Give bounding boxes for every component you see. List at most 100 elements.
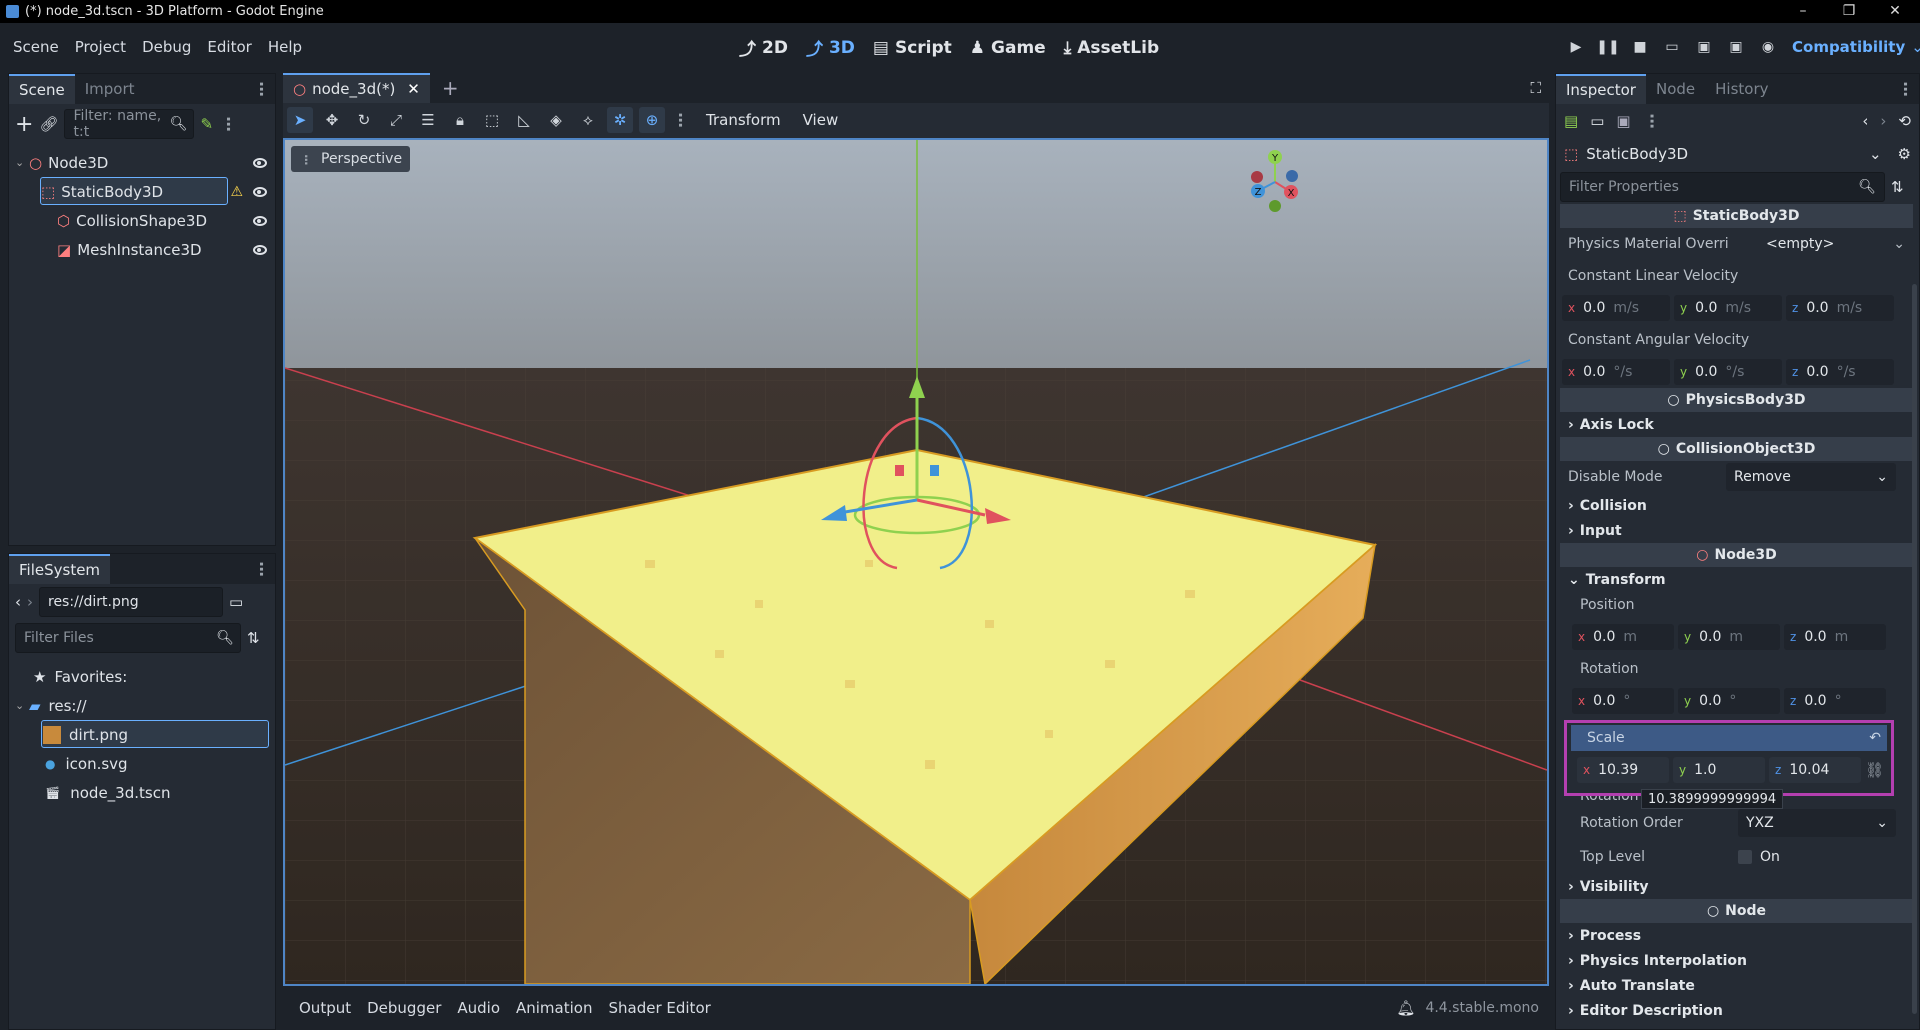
menu-scene[interactable]: Scene [5, 38, 67, 56]
menu-editor[interactable]: Editor [199, 38, 259, 56]
gizmo-z-label[interactable]: Z [1255, 187, 1262, 198]
filter-settings-icon[interactable]: ⇅ [1891, 178, 1904, 196]
scale-x[interactable]: x 10.39 [1577, 757, 1669, 783]
scale-tool-icon[interactable]: ⤢ [383, 107, 409, 133]
tab-inspector[interactable]: Inspector [1556, 74, 1646, 104]
physics-material-value[interactable]: <empty> [1766, 236, 1834, 252]
history-forward-icon[interactable]: › [1880, 112, 1886, 130]
top-level-checkbox[interactable] [1738, 850, 1752, 864]
transform-menu[interactable]: Transform [706, 111, 781, 129]
node-selector[interactable]: StaticBody3D [1586, 145, 1688, 163]
res-root-item[interactable]: ⌄ ▰ res:// [9, 691, 275, 720]
rotate-tool-icon[interactable]: ↻ [351, 107, 377, 133]
history-icon[interactable]: ⟲ [1898, 112, 1911, 130]
revert-icon[interactable]: ↶ [1869, 730, 1881, 746]
maximize-button[interactable]: ❐ [1826, 0, 1872, 23]
rotation-y[interactable]: y 0.0 ° [1678, 688, 1780, 714]
perspective-menu[interactable]: ··· Perspective [291, 146, 411, 172]
chevron-down-icon[interactable]: ⌄ [1869, 145, 1882, 163]
renderer-selector[interactable]: Compatibility [1792, 38, 1905, 56]
filter-properties-input[interactable]: Filter Properties 🔍︎ [1560, 172, 1885, 202]
stop-button[interactable]: ■ [1624, 32, 1656, 62]
file-item-icon[interactable]: ● icon.svg [9, 749, 275, 778]
tab-node3d-scene[interactable]: ○ node_3d(*) ✕ [283, 73, 430, 103]
rotation-order-dropdown[interactable]: YXZ ⌄ [1738, 809, 1896, 837]
menu-help[interactable]: Help [260, 38, 310, 56]
tree-item-staticbody3d[interactable]: ⬚ StaticBody3D ⚠ [9, 177, 275, 206]
split-view-icon[interactable]: ▭ [229, 593, 243, 611]
tab-shader-editor[interactable]: Shader Editor [600, 999, 718, 1017]
close-window-button[interactable]: ✕ [1872, 0, 1918, 23]
visibility-eye-icon[interactable] [253, 215, 267, 226]
inspector-more-icon[interactable]: ··· [1643, 113, 1662, 128]
workspace-assetlib[interactable]: ⤓ AssetLib [1055, 38, 1168, 58]
close-tab-icon[interactable]: ✕ [407, 80, 420, 98]
const-angular-y[interactable]: y 0.0 °/s [1674, 359, 1782, 385]
category-axis-lock[interactable]: › Axis Lock [1560, 412, 1913, 437]
position-y[interactable]: y 0.0 m [1678, 624, 1780, 650]
workspace-2d[interactable]: ⤴ 2D [730, 35, 797, 61]
new-resource-icon[interactable]: ▤ [1564, 112, 1578, 130]
file-item-scene[interactable]: 🎬︎ node_3d.tscn [9, 778, 275, 807]
tree-item-node3d[interactable]: ⌄ ○ Node3D [9, 148, 275, 177]
filesystem-filter-input[interactable]: Filter Files 🔍︎ [15, 623, 241, 653]
tab-scene[interactable]: Scene [9, 74, 75, 104]
position-x[interactable]: x 0.0 m [1572, 624, 1674, 650]
warning-icon[interactable]: ⚠ [230, 184, 243, 200]
play-custom-scene-button[interactable]: ▣ [1720, 32, 1752, 62]
play-scene-button[interactable]: ▣ [1688, 32, 1720, 62]
pause-button[interactable]: ❚❚ [1592, 32, 1624, 62]
tab-node[interactable]: Node [1646, 74, 1705, 104]
fullscreen-icon[interactable]: ⛶ [1530, 79, 1541, 97]
tab-debugger[interactable]: Debugger [359, 999, 449, 1017]
scale-y[interactable]: y 1.0 [1673, 757, 1765, 783]
play-button[interactable]: ▶ [1560, 32, 1592, 62]
menu-debug[interactable]: Debug [134, 38, 199, 56]
category-auto-translate[interactable]: › Auto Translate [1560, 973, 1913, 998]
forward-arrow-icon[interactable]: › [27, 593, 33, 611]
move-tool-icon[interactable]: ✥ [319, 107, 345, 133]
back-arrow-icon[interactable]: ‹ [15, 593, 21, 611]
collapse-arrow-icon[interactable]: ⌄ [15, 699, 29, 712]
tab-import[interactable]: Import [75, 74, 145, 104]
history-back-icon[interactable]: ‹ [1862, 112, 1868, 130]
minimize-button[interactable]: – [1780, 0, 1826, 23]
workspace-3d[interactable]: ⤴ 3D [797, 35, 864, 61]
3d-viewport[interactable]: Y X Z ··· Perspective [283, 138, 1549, 986]
tab-history[interactable]: History [1705, 74, 1778, 104]
category-input[interactable]: › Input [1560, 518, 1913, 543]
dock-menu-icon[interactable]: ··· [252, 561, 271, 576]
const-linear-z[interactable]: z 0.0 m/s [1786, 295, 1894, 321]
view-menu[interactable]: View [803, 111, 839, 129]
visibility-eye-icon[interactable] [253, 157, 267, 168]
scene-more-icon[interactable]: ··· [219, 116, 238, 131]
sort-icon[interactable]: ⇅ [247, 629, 260, 647]
toolbar-more-icon[interactable]: ··· [671, 112, 690, 127]
workspace-script[interactable]: ▤ Script [864, 38, 961, 58]
scene-filter-input[interactable]: Filter: name, t:t 🔍︎ [64, 108, 195, 140]
tab-audio[interactable]: Audio [449, 999, 508, 1017]
category-editor-description[interactable]: › Editor Description [1560, 998, 1913, 1023]
inspector-scrollbar[interactable] [1912, 284, 1917, 1014]
link-scale-icon[interactable]: ⛓︎ [1865, 761, 1884, 779]
list-select-icon[interactable]: ☰ [415, 107, 441, 133]
movie-maker-button[interactable]: ◉ [1752, 32, 1784, 62]
rotation-z[interactable]: z 0.0 ° [1784, 688, 1886, 714]
local-space-icon[interactable]: ✲ [607, 107, 633, 133]
lock-icon[interactable]: 🔒︎ [447, 107, 473, 133]
const-angular-z[interactable]: z 0.0 °/s [1786, 359, 1894, 385]
category-visibility[interactable]: › Visibility [1560, 874, 1913, 899]
visibility-eye-icon[interactable] [253, 244, 267, 255]
open-folder-icon[interactable]: ▭ [1590, 112, 1604, 130]
favorites-item[interactable]: ★ Favorites: [9, 662, 275, 691]
viewport-scene[interactable]: Y X Z [285, 140, 1547, 984]
tab-output[interactable]: Output [291, 999, 359, 1017]
disable-mode-dropdown[interactable]: Remove ⌄ [1726, 463, 1896, 491]
object-properties-icon[interactable]: ⚙ [1898, 145, 1911, 163]
position-z[interactable]: z 0.0 m [1784, 624, 1886, 650]
dock-menu-icon[interactable]: ··· [252, 81, 271, 96]
link-icon[interactable]: 🔗︎ [39, 115, 58, 133]
visibility-eye-icon[interactable] [253, 186, 267, 197]
add-node-button[interactable]: + [15, 112, 33, 137]
group-icon[interactable]: ⬚ [479, 107, 505, 133]
